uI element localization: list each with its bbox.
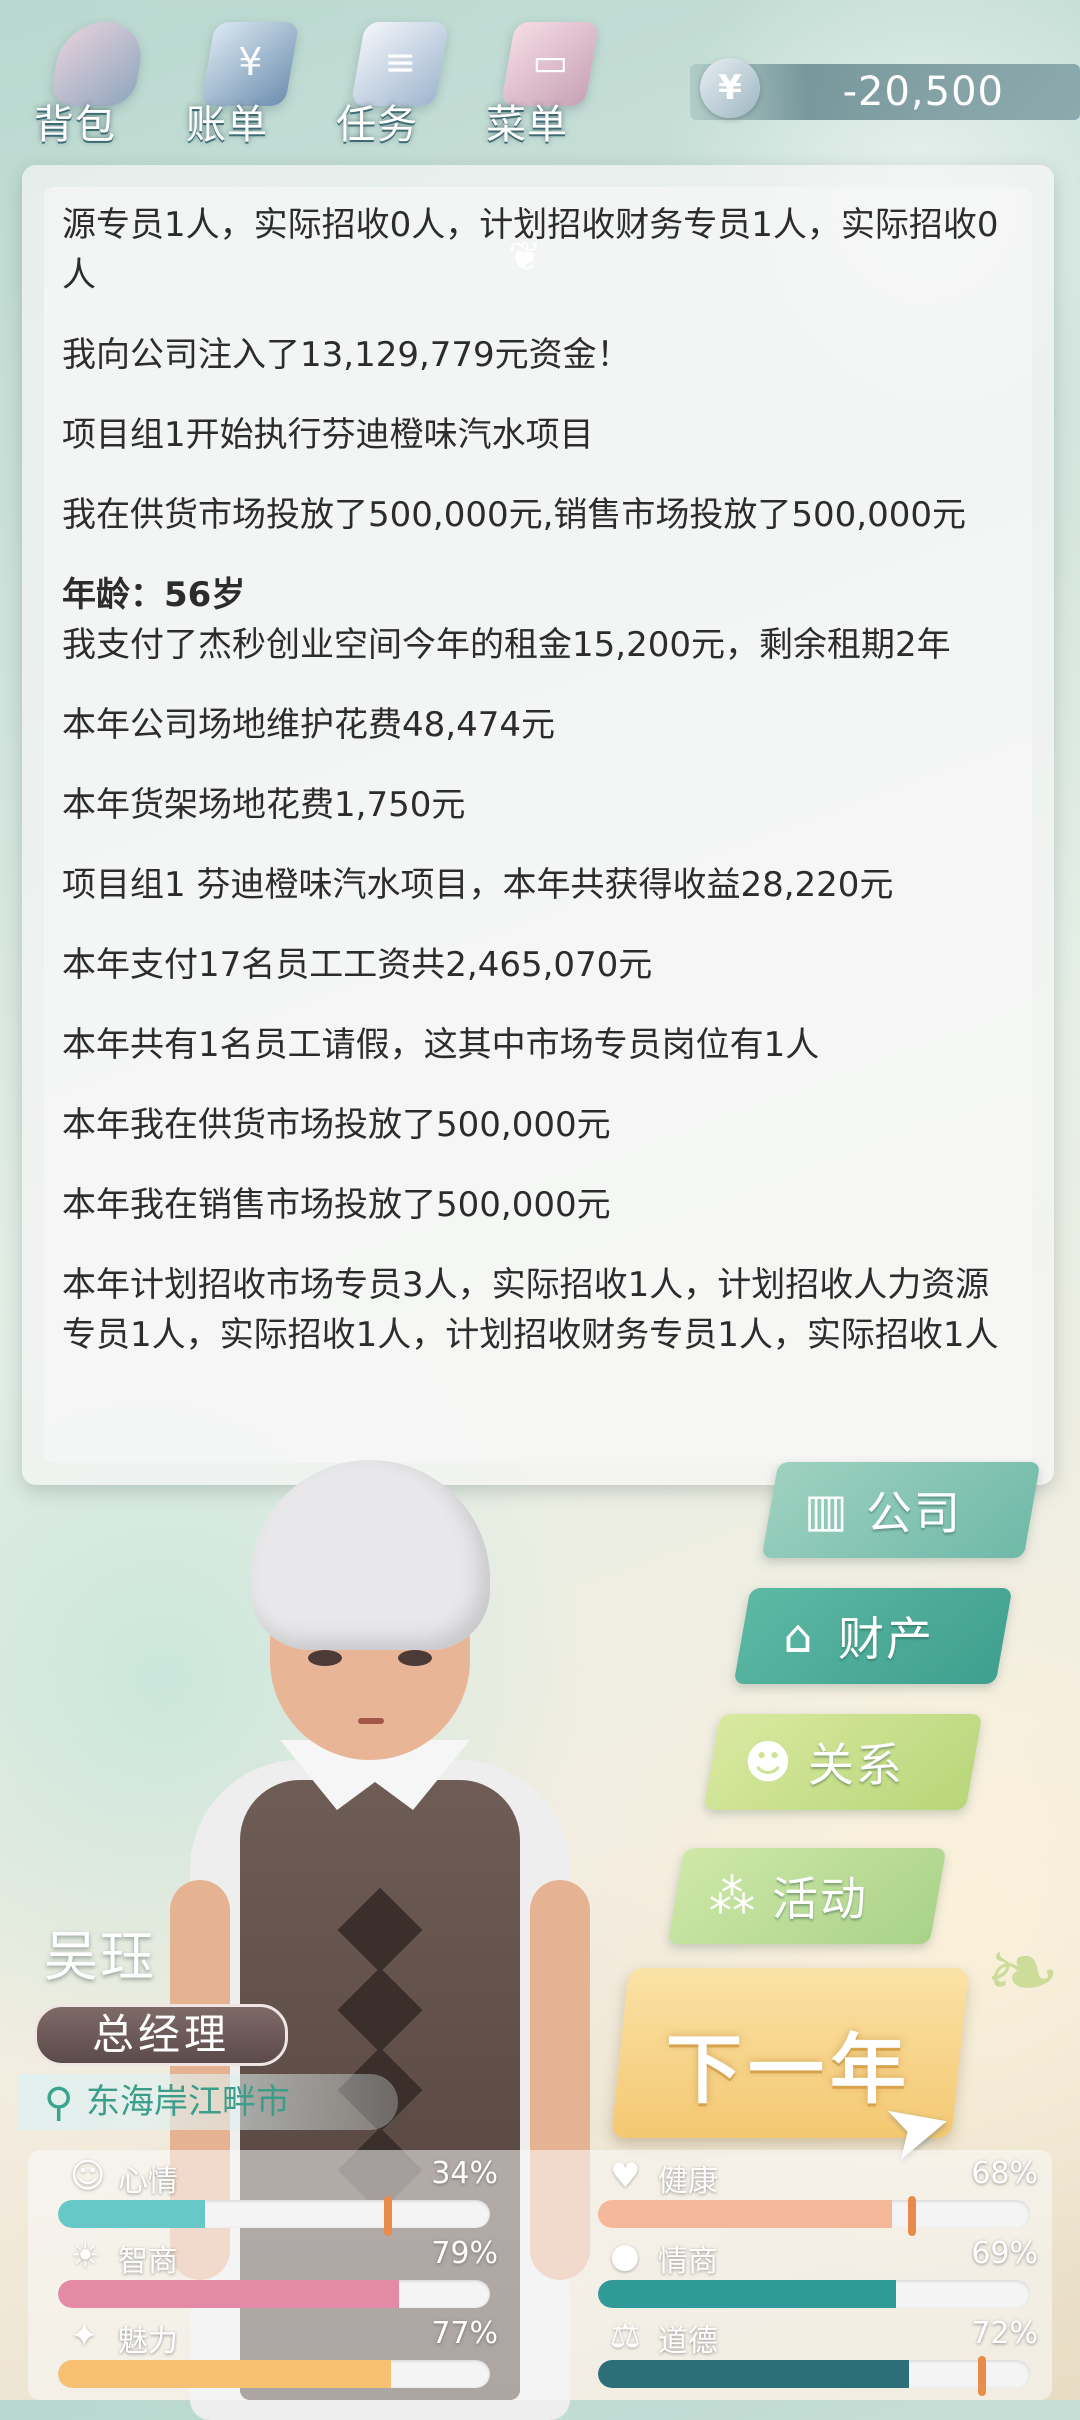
money-value: -20,500 (842, 69, 1004, 115)
stat-moral: ⚖ 道德 72% (598, 2316, 1038, 2396)
stat-label: 智商 (118, 2244, 178, 2279)
log-line: 项目组1开始执行芬迪橙味汽水项目 (62, 415, 594, 455)
stat-fill (58, 2280, 400, 2308)
stat-value: 68% (971, 2156, 1038, 2191)
stat-marker (978, 2356, 986, 2396)
stat-fill (598, 2200, 892, 2228)
bill-label: 账单 (186, 102, 268, 148)
location-tag: ⚲ 东海岸江畔市 (18, 2074, 398, 2130)
log-line: 本年我在销售市场投放了500,000元 (62, 1185, 611, 1225)
task-button[interactable]: ≡ 任务 (330, 14, 460, 154)
stat-mood: ☺ 心情 34% (58, 2156, 498, 2236)
stat-iq: ☀ 智商 79% (58, 2236, 498, 2316)
character-hair (250, 1460, 490, 1650)
relation-button[interactable]: ☻ 关系 (703, 1714, 983, 1810)
relation-label: 关系 (808, 1738, 904, 1792)
log-line: 项目组1 芬迪橙味汽水项目，本年共获得收益28,220元 (62, 865, 894, 905)
stat-label: 心情 (118, 2164, 178, 2199)
stat-fill (598, 2280, 897, 2308)
stat-track (598, 2360, 1030, 2388)
stat-track (58, 2280, 490, 2308)
stat-label: 情商 (658, 2244, 718, 2279)
location-text: 东海岸江畔市 (86, 2082, 290, 2122)
log-line: 本年计划招收市场专员3人，实际招收1人，计划招收人力资源专员1人，实际招收1人，… (62, 1265, 999, 1355)
stat-value: 34% (431, 2156, 498, 2191)
log-line: 我向公司注入了13,129,779元资金！ (62, 335, 631, 375)
log-line: 我支付了杰秒创业空间今年的租金15,200元，剩余租期2年 (62, 625, 951, 665)
stat-label: 健康 (658, 2164, 718, 2199)
smiley-icon: ☺ (70, 2156, 106, 2196)
backpack-button[interactable]: 背包 (28, 14, 158, 154)
building-icon: ▥ (804, 1483, 848, 1537)
stat-fill (58, 2360, 391, 2388)
character-eye (308, 1650, 342, 1666)
yen-icon: ¥ (700, 58, 760, 118)
bulb-icon: ☀ (70, 2236, 101, 2276)
dots-icon: ⁂ (709, 1869, 755, 1923)
company-label: 公司 (866, 1486, 962, 1540)
stat-marker (908, 2196, 916, 2236)
asset-button[interactable]: ⌂ 财产 (733, 1588, 1013, 1684)
log-line: 本年货架场地花费1,750元 (62, 785, 466, 825)
leaves-icon: ❧ (985, 1920, 1061, 2025)
log-line: 本年共有1名员工请假，这其中市场专员岗位有1人 (62, 1025, 820, 1065)
age-line: 年龄：56岁 (62, 575, 246, 615)
scale-icon: ⚖ (610, 2316, 641, 2356)
stat-fill (598, 2360, 910, 2388)
vest-pattern (337, 1887, 423, 1973)
sparkle-icon: ✦ (70, 2316, 99, 2356)
log-line: 本年我在供货市场投放了500,000元 (62, 1105, 611, 1145)
stat-marker (384, 2196, 392, 2236)
activity-button[interactable]: ⁂ 活动 (667, 1848, 947, 1944)
menu-label: 菜单 (486, 102, 568, 148)
vest-pattern (337, 1967, 423, 2053)
stat-eq: ● 情商 69% (598, 2236, 1038, 2316)
stat-value: 72% (971, 2316, 1038, 2351)
backpack-label: 背包 (34, 102, 116, 148)
stat-health: ♥ 健康 68% (598, 2156, 1038, 2236)
company-button[interactable]: ▥ 公司 (761, 1462, 1041, 1558)
stat-value: 77% (431, 2316, 498, 2351)
asset-label: 财产 (838, 1612, 934, 1666)
job-title-badge: 总经理 (34, 2004, 288, 2066)
log-line: 本年支付17名员工工资共2,465,070元 (62, 945, 653, 985)
activity-label: 活动 (772, 1872, 868, 1926)
event-log: 源专员1人，实际招收0人，计划招收财务专员1人，实际招收0人 我向公司注入了13… (62, 200, 1022, 1390)
apple-icon: ● (610, 2236, 640, 2276)
stat-value: 79% (431, 2236, 498, 2271)
location-pin-icon: ⚲ (44, 2080, 74, 2126)
menu-button[interactable]: ▭ 菜单 (480, 14, 610, 154)
stat-charm: ✦ 魅力 77% (58, 2316, 498, 2396)
stat-label: 道德 (658, 2324, 718, 2359)
stat-fill (58, 2200, 205, 2228)
log-line: 本年公司场地维护花费48,474元 (62, 705, 555, 745)
log-line: 源专员1人，实际招收0人，计划招收财务专员1人，实际招收0人 (62, 205, 999, 295)
log-line: 我在供货市场投放了500,000元,销售市场投放了500,000元 (62, 495, 967, 535)
bill-button[interactable]: ¥ 账单 (180, 14, 310, 154)
stat-track (58, 2200, 490, 2228)
stats-panel: ☺ 心情 34% ♥ 健康 68% ☀ 智商 79% ● 情商 69% ✦ 魅力… (28, 2150, 1052, 2400)
stat-track (598, 2200, 1030, 2228)
top-bar: 背包 ¥ 账单 ≡ 任务 ▭ 菜单 ¥ -20,500 (0, 0, 1080, 160)
stat-track (598, 2280, 1030, 2308)
stat-label: 魅力 (118, 2324, 178, 2359)
character-name: 吴珏 (44, 1925, 156, 1988)
task-label: 任务 (336, 102, 418, 148)
stat-track (58, 2360, 490, 2388)
character-mouth (358, 1718, 384, 1724)
heart-icon: ♥ (610, 2156, 641, 2196)
stat-value: 69% (971, 2236, 1038, 2271)
house-icon: ⌂ (783, 1609, 813, 1663)
people-icon: ☻ (744, 1735, 792, 1789)
character-eye (398, 1650, 432, 1666)
